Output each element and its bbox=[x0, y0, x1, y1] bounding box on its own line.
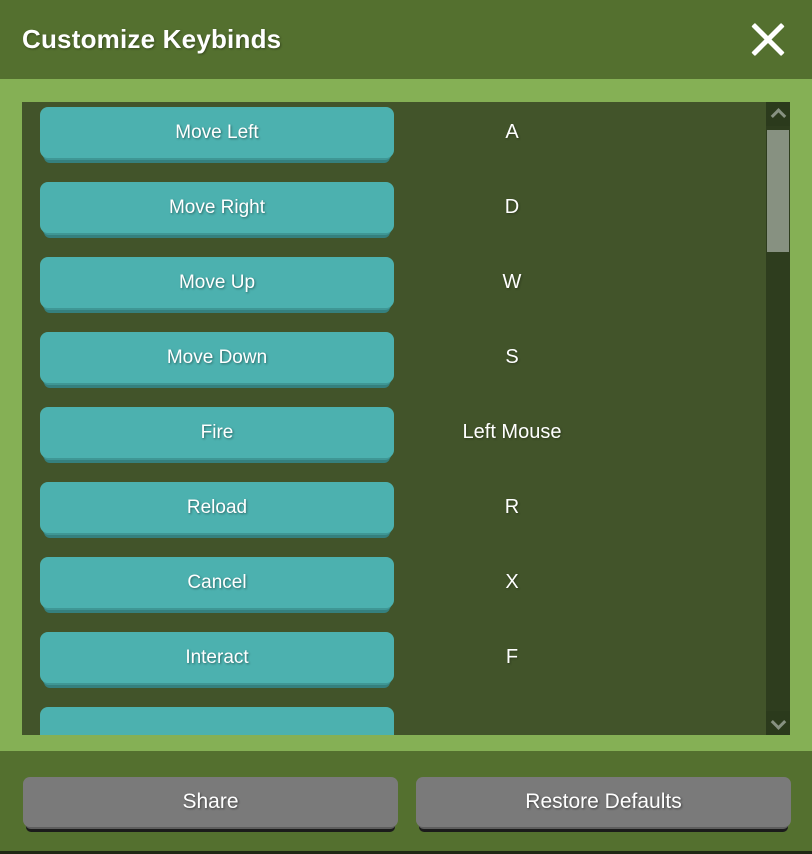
keybind-rows: Move Left A Move Right D Move Up W Move Down S F… bbox=[22, 102, 790, 735]
keybind-key-label: W bbox=[502, 271, 522, 293]
keybind-list-panel: Move Left A Move Right D Move Up W Move Down S F… bbox=[22, 102, 790, 735]
keybind-row bbox=[22, 702, 790, 735]
keybind-action-button-face: Move Up bbox=[40, 257, 394, 308]
keybind-action-button[interactable]: Cancel bbox=[40, 557, 394, 614]
keybind-action-button[interactable]: Interact bbox=[40, 632, 394, 689]
chevron-down-icon[interactable] bbox=[766, 711, 790, 735]
keybind-key-label: X bbox=[505, 571, 519, 593]
keybind-key-cell[interactable] bbox=[394, 702, 790, 721]
chevron-down-glyph bbox=[770, 713, 786, 730]
keybind-action-button[interactable] bbox=[40, 707, 394, 735]
keybind-action-button-face bbox=[40, 707, 394, 735]
keybind-key-cell[interactable]: X bbox=[394, 552, 790, 594]
keybind-key-cell[interactable]: W bbox=[394, 252, 790, 294]
keybind-key-cell[interactable]: F bbox=[394, 627, 790, 669]
keybind-action-button-face: Move Left bbox=[40, 107, 394, 158]
chevron-up-icon[interactable] bbox=[766, 102, 790, 126]
keybind-action-label: Reload bbox=[186, 496, 248, 518]
keybind-action-button[interactable]: Move Up bbox=[40, 257, 394, 314]
keybind-key-label: R bbox=[504, 496, 520, 518]
share-button[interactable]: Share bbox=[23, 777, 398, 833]
restore-defaults-button[interactable]: Restore Defaults bbox=[416, 777, 791, 833]
keybind-action-button-face: Reload bbox=[40, 482, 394, 533]
keybind-row: Move Down S bbox=[22, 327, 790, 402]
keybind-action-label: Interact bbox=[185, 646, 249, 668]
keybind-key-cell[interactable]: Left Mouse bbox=[394, 402, 790, 444]
keybind-action-button-face: Move Right bbox=[40, 182, 394, 233]
keybind-action-button[interactable]: Move Down bbox=[40, 332, 394, 389]
keybind-action-button-face: Interact bbox=[40, 632, 394, 683]
keybind-action-label: Cancel bbox=[187, 571, 247, 593]
keybind-key-label: Left Mouse bbox=[462, 421, 562, 443]
scrollbar[interactable] bbox=[766, 102, 790, 735]
keybind-row: Move Right D bbox=[22, 177, 790, 252]
restore-defaults-button-face: Restore Defaults bbox=[416, 777, 791, 827]
keybind-row: Interact F bbox=[22, 627, 790, 702]
keybind-key-cell[interactable]: R bbox=[394, 477, 790, 519]
scrollbar-thumb[interactable] bbox=[767, 130, 789, 252]
keybind-action-button[interactable]: Move Left bbox=[40, 107, 394, 164]
keybind-row: Reload R bbox=[22, 477, 790, 552]
keybind-action-label: Move Down bbox=[166, 346, 268, 368]
keybind-action-button-face: Fire bbox=[40, 407, 394, 458]
keybind-action-button-face: Move Down bbox=[40, 332, 394, 383]
share-button-label: Share bbox=[182, 790, 239, 813]
keybind-action-label: Move Right bbox=[168, 196, 266, 218]
keybind-row: Move Up W bbox=[22, 252, 790, 327]
keybind-action-label: Move Left bbox=[175, 121, 259, 143]
keybind-key-cell[interactable]: S bbox=[394, 327, 790, 369]
keybind-action-button-face: Cancel bbox=[40, 557, 394, 608]
restore-defaults-button-label: Restore Defaults bbox=[525, 790, 682, 813]
keybind-row: Move Left A bbox=[22, 102, 790, 177]
keybind-action-label: Fire bbox=[200, 421, 234, 443]
keybind-action-button[interactable]: Reload bbox=[40, 482, 394, 539]
share-button-face: Share bbox=[23, 777, 398, 827]
keybind-key-label: S bbox=[505, 346, 519, 368]
keybind-row: Cancel X bbox=[22, 552, 790, 627]
keybind-key-cell[interactable]: A bbox=[394, 102, 790, 144]
page-title: Customize Keybinds bbox=[22, 24, 282, 54]
keybind-row: Fire Left Mouse bbox=[22, 402, 790, 477]
keybind-action-button[interactable]: Fire bbox=[40, 407, 394, 464]
keybind-action-label: Move Up bbox=[178, 271, 256, 293]
chevron-up-glyph bbox=[770, 107, 786, 124]
close-icon[interactable] bbox=[742, 14, 794, 66]
keybind-key-label: A bbox=[505, 121, 519, 143]
keybind-key-label: F bbox=[505, 646, 519, 668]
keybind-key-cell[interactable]: D bbox=[394, 177, 790, 219]
keybind-action-button[interactable]: Move Right bbox=[40, 182, 394, 239]
dialog-footer: Share Restore Defaults bbox=[0, 751, 812, 854]
keybind-key-label: D bbox=[504, 196, 520, 218]
dialog-header: Customize Keybinds bbox=[0, 0, 812, 79]
